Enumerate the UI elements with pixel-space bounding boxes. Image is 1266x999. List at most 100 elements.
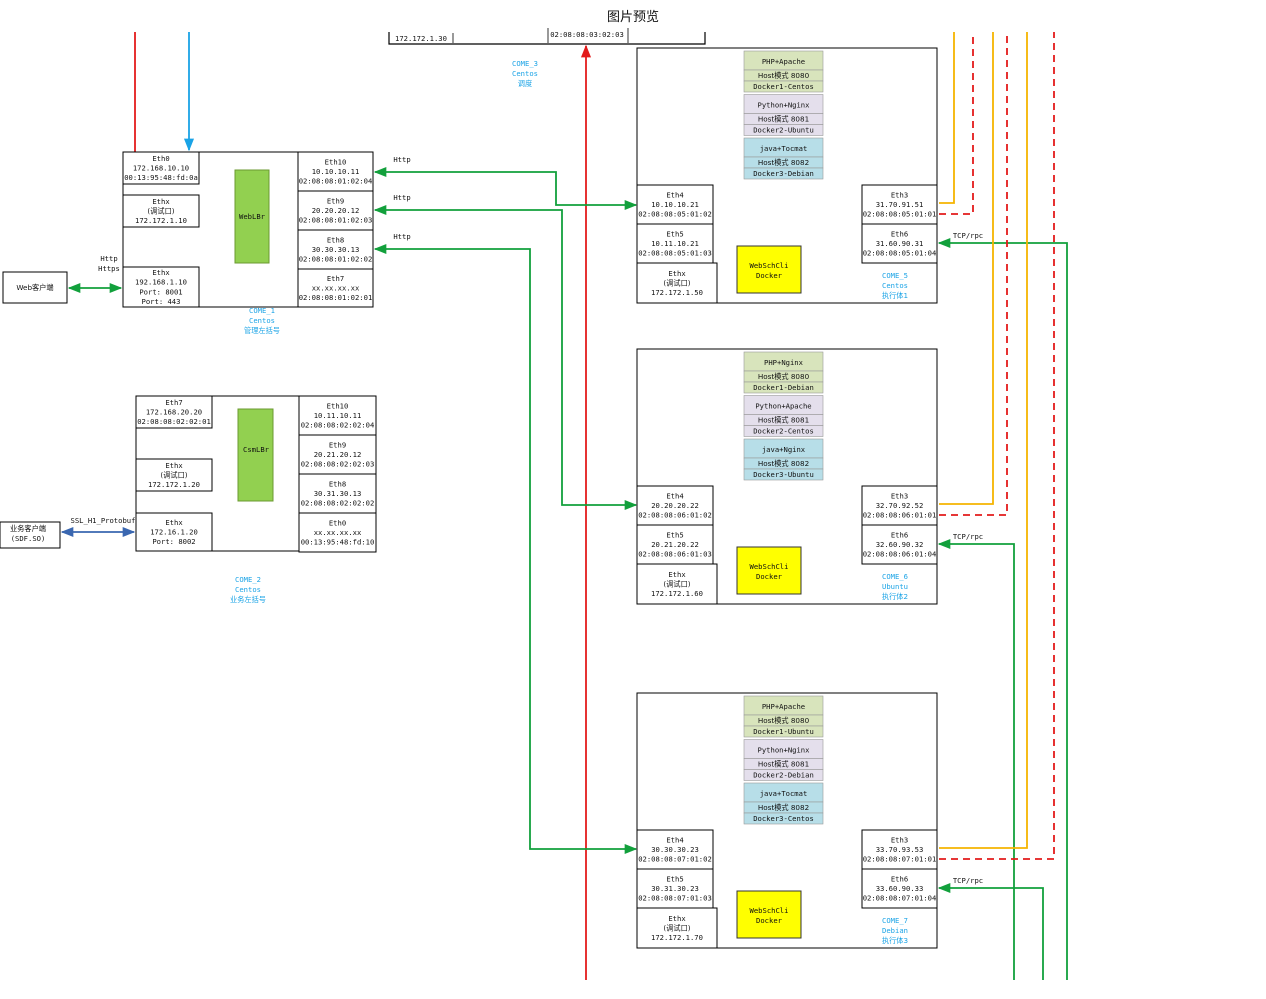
exec-eth3-text: 02:08:08:06:01:01 bbox=[863, 511, 937, 520]
exec-debug-port-text: Ethx bbox=[668, 269, 686, 278]
red-bus-link bbox=[939, 32, 974, 215]
come1-eth0-text: 00:13:95:48:fd:0a bbox=[124, 173, 198, 182]
http-label: Http bbox=[100, 254, 117, 263]
exec-eth4-text: Eth4 bbox=[666, 190, 683, 199]
come1-eth8-text: 30.30.30.13 bbox=[312, 245, 360, 254]
come2-eth9-text: Eth9 bbox=[329, 440, 346, 449]
exec-debug-port-text: (调试口) bbox=[663, 580, 690, 589]
docker-mode-text: Host模式 8080 bbox=[758, 716, 810, 725]
docker-mode-text: Host模式 8080 bbox=[758, 71, 810, 80]
docker-os-text: Docker3-Ubuntu bbox=[753, 470, 814, 479]
exec-label: 执行体3 bbox=[882, 936, 908, 945]
docker-name: java+Tocmat bbox=[760, 144, 808, 153]
come1-ethx-text: Port: 8001 bbox=[139, 287, 182, 296]
docker-os-text: Docker1-Debian bbox=[753, 383, 814, 392]
exec-eth4-text: 02:08:08:07:01:02 bbox=[638, 855, 712, 864]
strip-mac-text: 02:08:08:03:02:03 bbox=[550, 30, 624, 39]
exec-eth6-text: 02:08:08:07:01:04 bbox=[863, 894, 937, 903]
orange-bus-link bbox=[939, 32, 994, 505]
come1-debug-port-text: (调试口) bbox=[147, 207, 174, 216]
exec-eth6-text: 32.60.90.32 bbox=[876, 540, 924, 549]
docker-os-text: Docker3-Debian bbox=[753, 169, 814, 178]
exec-eth6-text: Eth6 bbox=[891, 874, 908, 883]
orange-bus-link bbox=[939, 32, 955, 204]
come2-ethx-text: Port: 8002 bbox=[152, 537, 195, 546]
come3-label: 调度 bbox=[518, 79, 532, 88]
exec-debug-port-text: (调试口) bbox=[663, 924, 690, 933]
exec-debug-port-text: 172.172.1.50 bbox=[651, 288, 703, 297]
exec-eth5-text: 02:08:08:07:01:03 bbox=[638, 894, 712, 903]
ssl-label: SSL_H1_Protobuf bbox=[71, 516, 136, 525]
http-label-1: Http bbox=[393, 155, 410, 164]
biz-client-sub: (SDF.SO) bbox=[11, 534, 46, 543]
exec-debug-port-text: 172.172.1.70 bbox=[651, 933, 703, 942]
come2-eth0-text: 00:13:95:48:fd:10 bbox=[301, 538, 375, 547]
exec-eth4-text: 30.30.30.23 bbox=[651, 845, 699, 854]
docker-mode-text: Host模式 8082 bbox=[758, 803, 809, 812]
docker-os-text: Docker3-Centos bbox=[753, 814, 814, 823]
exec-eth6-text: Eth6 bbox=[891, 229, 908, 238]
exec-eth6-text: 31.60.90.31 bbox=[876, 239, 924, 248]
docker-name: PHP+Nginx bbox=[764, 358, 804, 367]
come1-eth0-text: Eth0 bbox=[152, 154, 169, 163]
exec-eth5-text: 02:08:08:05:01:03 bbox=[638, 249, 712, 258]
exec-label: COME_7 bbox=[882, 916, 908, 925]
exec-eth6-text: 02:08:08:05:01:04 bbox=[863, 249, 937, 258]
exec-eth3-text: Eth3 bbox=[891, 835, 908, 844]
green-bus-link bbox=[937, 538, 1015, 980]
csmlbr-label: CsmLBr bbox=[243, 445, 270, 454]
exec-eth5-text: 02:08:08:06:01:03 bbox=[638, 550, 712, 559]
docker-name: java+Nginx bbox=[762, 445, 806, 454]
exec-eth3-text: 32.70.92.52 bbox=[876, 501, 924, 510]
docker-mode-text: Host模式 8081 bbox=[758, 115, 809, 124]
webschcli-label: WebSchCli bbox=[750, 261, 789, 270]
come2-label: Centos bbox=[235, 585, 261, 594]
docker-name: Python+Apache bbox=[755, 402, 811, 411]
csmlbr-bridge bbox=[237, 408, 274, 502]
docker-os-text: Docker1-Centos bbox=[753, 82, 814, 91]
exec-eth4-text: 02:08:08:05:01:02 bbox=[638, 210, 712, 219]
exec-eth5-text: 20.21.20.22 bbox=[651, 540, 699, 549]
come1-eth10-text: 10.10.10.11 bbox=[312, 167, 360, 176]
green-bus-link bbox=[937, 237, 1068, 980]
come3-label: Centos bbox=[512, 69, 538, 78]
exec-label: Ubuntu bbox=[882, 582, 908, 591]
docker-mode-text: Host模式 8081 bbox=[758, 760, 809, 769]
docker-mode-text: Host模式 8082 bbox=[758, 459, 809, 468]
http-label-3: Http bbox=[393, 232, 410, 241]
http-link-exec1 bbox=[373, 166, 638, 211]
come2-label: 业务左括号 bbox=[230, 595, 266, 604]
come2-eth10-text: 02:08:08:02:02:04 bbox=[301, 421, 375, 430]
green-bus-link bbox=[937, 882, 1044, 980]
come1-eth7-text: 02:08:08:01:02:01 bbox=[299, 293, 373, 302]
exec-eth4-text: Eth4 bbox=[666, 491, 683, 500]
docker-os-text: Docker2-Centos bbox=[753, 427, 814, 436]
weblbr-label: WebLBr bbox=[239, 212, 266, 221]
exec-eth6-text: 33.60.90.33 bbox=[876, 884, 924, 893]
come3-label: COME_3 bbox=[512, 59, 538, 68]
exec-eth3-text: Eth3 bbox=[891, 190, 908, 199]
come2-label: COME_2 bbox=[235, 575, 261, 584]
tcp-label: TCP/rpc bbox=[953, 532, 983, 541]
come1-eth0-text: 172.168.10.10 bbox=[133, 164, 189, 173]
red-bus-link bbox=[939, 32, 1055, 860]
exec-debug-port-text: Ethx bbox=[668, 914, 686, 923]
come2-eth7-text: 172.168.20.20 bbox=[146, 408, 202, 417]
exec-eth3-text: 33.70.93.53 bbox=[876, 845, 924, 854]
exec-eth3-text: 31.70.91.51 bbox=[876, 200, 924, 209]
exec-eth4-text: 10.10.10.21 bbox=[651, 200, 699, 209]
come2-eth8-text: 02:08:08:02:02:02 bbox=[301, 499, 375, 508]
http-label-2: Http bbox=[393, 193, 410, 202]
tcp-label: TCP/rpc bbox=[953, 231, 983, 240]
tcp-label: TCP/rpc bbox=[953, 876, 983, 885]
http-link-exec2 bbox=[373, 204, 638, 511]
exec-debug-port-text: 172.172.1.60 bbox=[651, 589, 703, 598]
http-link-exec3 bbox=[373, 243, 638, 855]
come1-label: 管理左括号 bbox=[244, 326, 280, 335]
network-diagram: 172.172.1.30 02:08:08:03:02:03COME_3Cento… bbox=[0, 28, 1068, 980]
come2-eth9-text: 02:08:08:02:02:03 bbox=[301, 460, 375, 469]
come1-eth8-text: Eth8 bbox=[327, 235, 344, 244]
come1-ethx-text: Port: 443 bbox=[142, 297, 181, 306]
come1-eth10-text: 02:08:08:01:02:04 bbox=[299, 177, 373, 186]
exec-label: COME_5 bbox=[882, 271, 908, 280]
